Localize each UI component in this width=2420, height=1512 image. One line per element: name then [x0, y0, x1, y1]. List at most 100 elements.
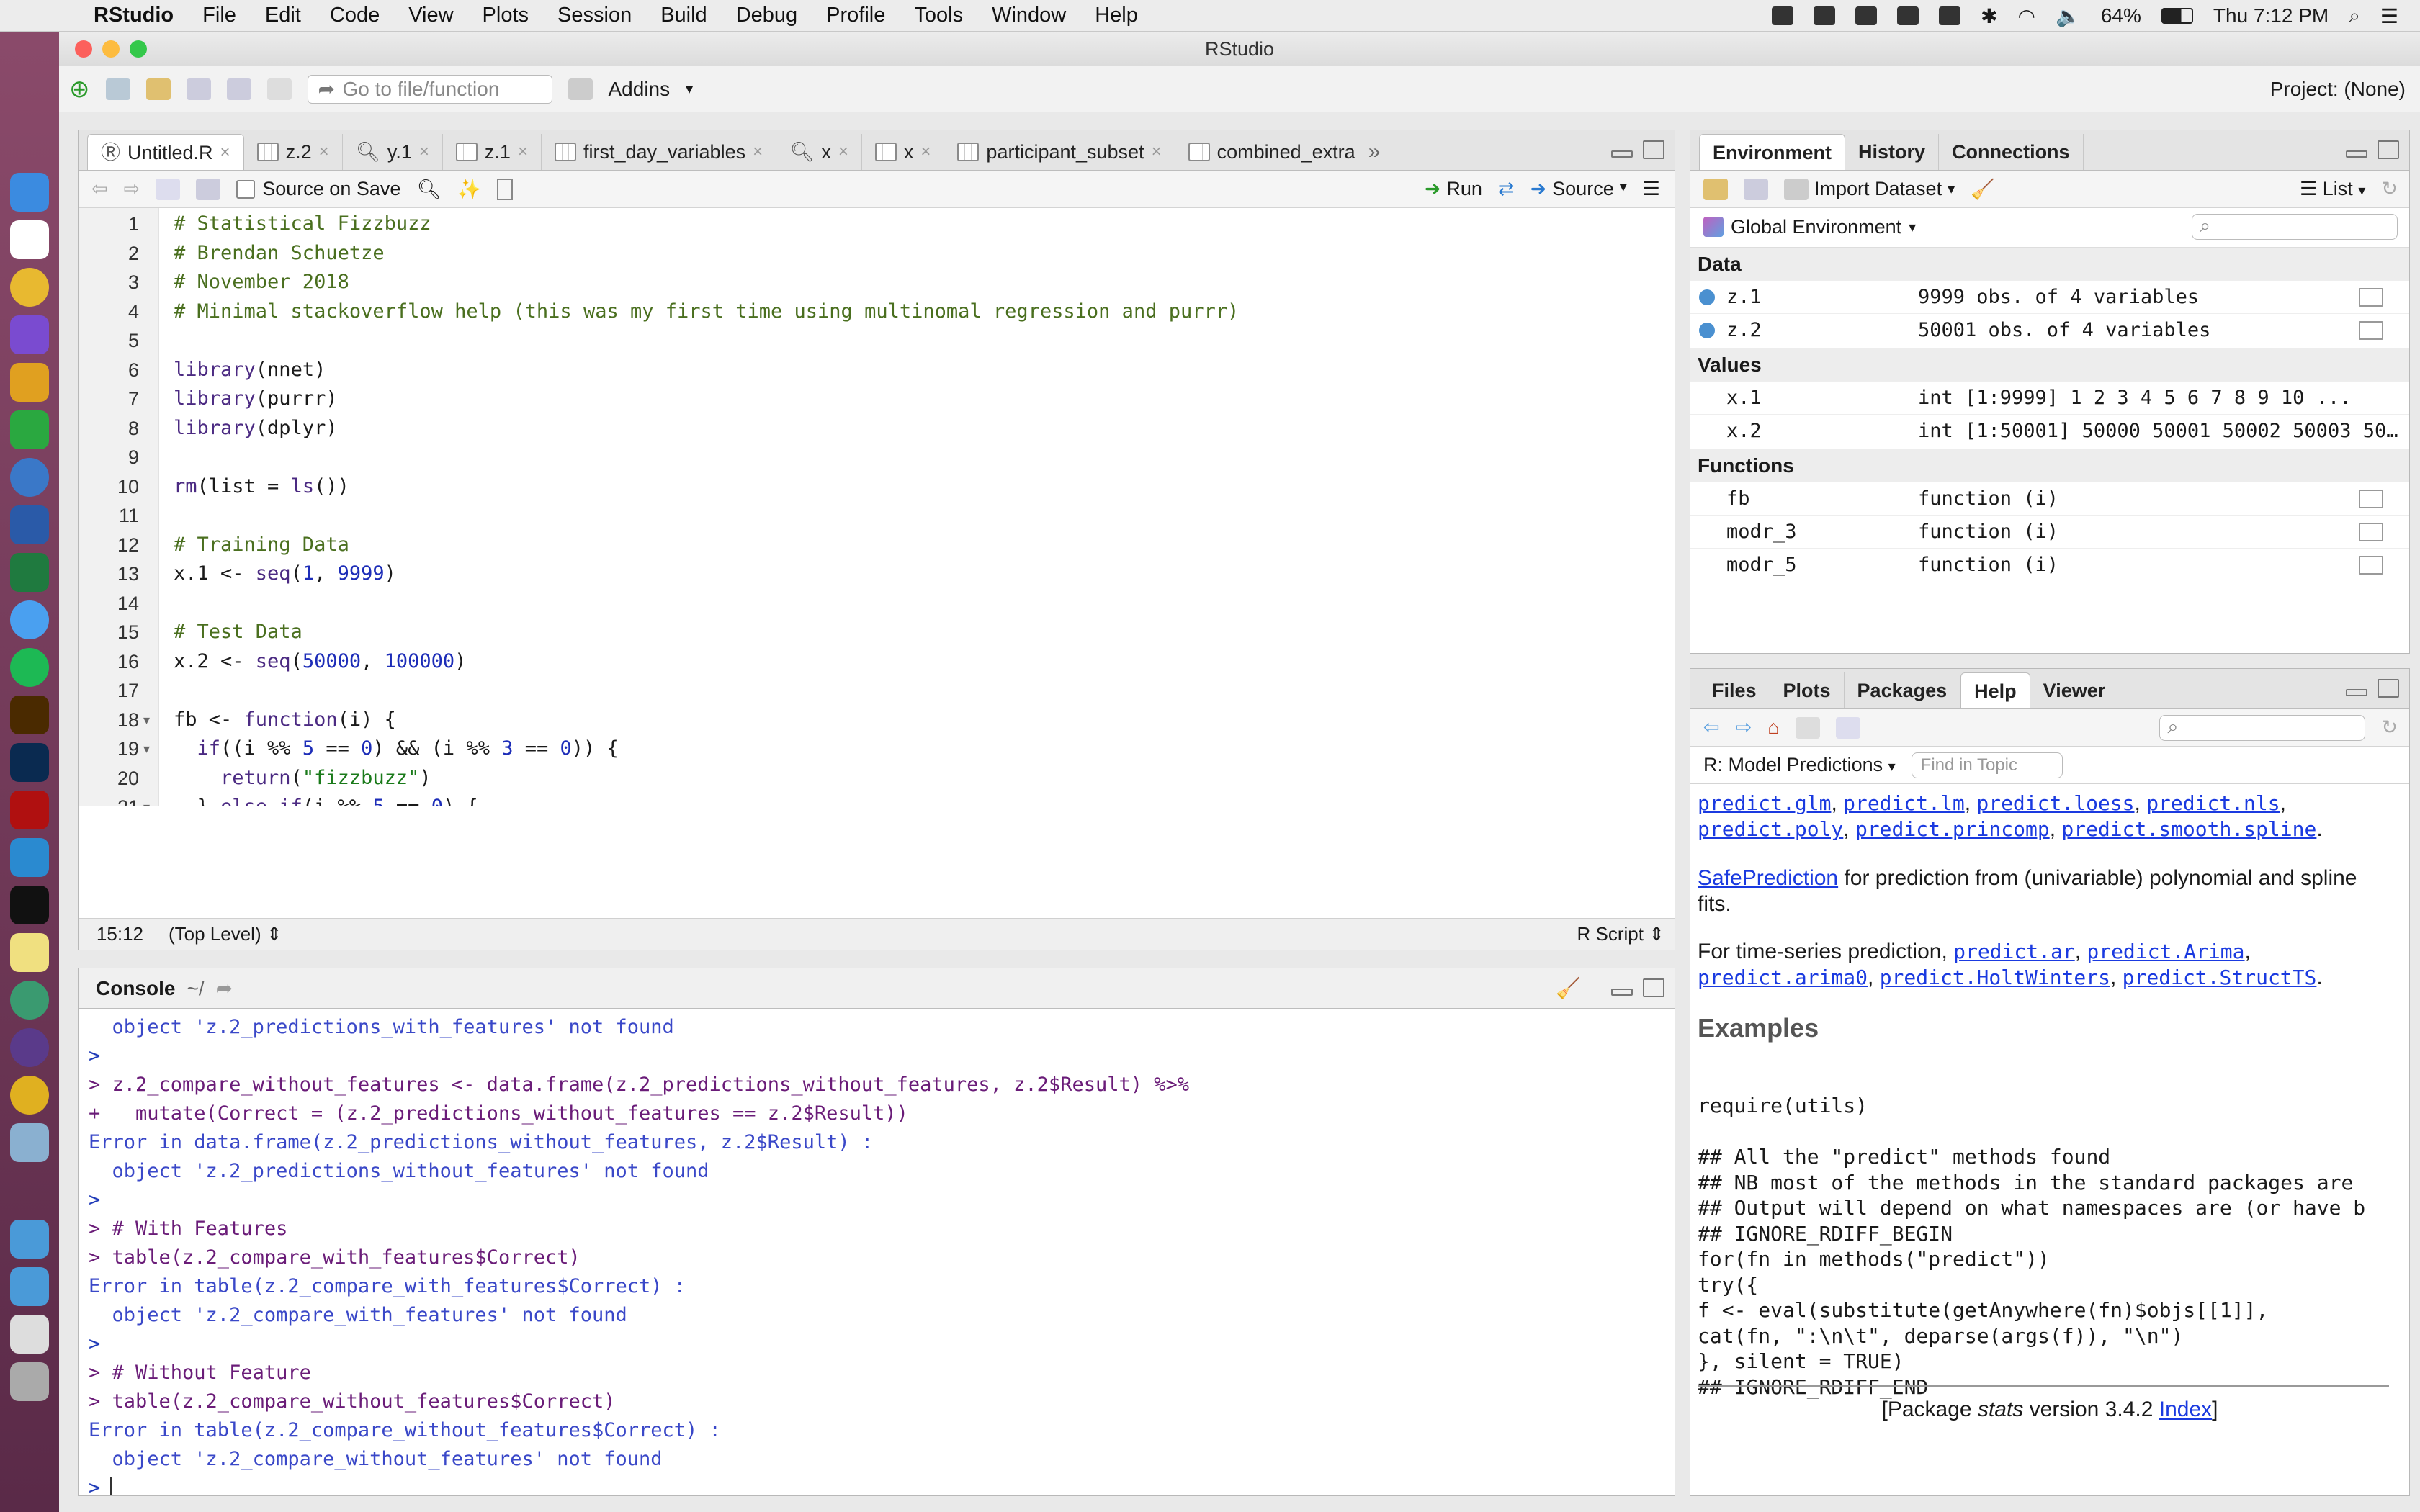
close-icon[interactable]: × — [753, 134, 763, 170]
menu-view[interactable]: View — [394, 4, 467, 27]
go-to-dir-icon[interactable]: ➦ — [216, 976, 233, 1000]
link-predict-arima[interactable]: predict.Arima — [2087, 940, 2244, 963]
atom-icon[interactable] — [10, 981, 49, 1020]
close-icon[interactable]: × — [518, 134, 528, 170]
maximize-pane-icon[interactable] — [2378, 679, 2399, 698]
refresh-icon[interactable]: ↻ — [2381, 178, 2398, 200]
tab-combined-extra[interactable]: combined_extra — [1175, 134, 1368, 170]
bluetooth-icon[interactable]: ✱ — [1981, 4, 1997, 28]
menu-help[interactable]: Help — [1080, 4, 1152, 27]
show-in-window-icon[interactable] — [156, 178, 181, 200]
tab-packages[interactable]: Packages — [1845, 672, 1961, 708]
close-icon[interactable]: × — [920, 134, 931, 170]
env-row-fb[interactable]: fb function (i) — [1690, 482, 2409, 515]
view-table-icon[interactable] — [2359, 321, 2383, 340]
close-icon[interactable]: × — [419, 134, 429, 170]
menu-code[interactable]: Code — [315, 4, 394, 27]
tab-participant-subset[interactable]: participant_subset × — [944, 134, 1175, 170]
preview-icon[interactable] — [10, 1123, 49, 1162]
r-icon[interactable] — [10, 458, 49, 497]
menu-plots[interactable]: Plots — [468, 4, 543, 27]
cloud-icon[interactable] — [1855, 6, 1878, 25]
link-predict-poly[interactable]: predict.poly — [1698, 817, 1843, 841]
expand-icon[interactable] — [1699, 323, 1715, 338]
addins-menu[interactable]: Addins — [609, 78, 671, 101]
global-env-menu[interactable]: Global Environment ▾ — [1703, 216, 1916, 238]
minimize-pane-icon[interactable] — [2346, 689, 2367, 696]
tab-plots[interactable]: Plots — [1770, 672, 1845, 708]
view-function-icon[interactable] — [2359, 523, 2383, 541]
zoom-window-button[interactable] — [130, 40, 147, 58]
minimize-pane-icon[interactable] — [1611, 989, 1633, 996]
close-icon[interactable]: × — [319, 134, 329, 170]
view-mode-menu[interactable]: ☰ List ▾ — [2300, 178, 2365, 200]
save-workspace-icon[interactable] — [1744, 178, 1768, 200]
help-search-input[interactable]: ⌕ — [2159, 714, 2366, 741]
clear-console-icon[interactable]: 🧹 — [1556, 976, 1581, 1000]
save-icon[interactable] — [186, 78, 211, 100]
rerun-icon[interactable]: ⇄ — [1498, 178, 1515, 200]
refresh-icon[interactable]: ↻ — [2381, 716, 2398, 739]
show-in-window-icon[interactable] — [1835, 716, 1860, 739]
import-dataset-button[interactable]: Import Dataset ▾ — [1784, 178, 1955, 200]
tab-environment[interactable]: Environment — [1699, 134, 1846, 170]
file-type-selector[interactable]: R Script ⇕ — [1566, 923, 1675, 945]
acrobat-icon[interactable] — [10, 791, 49, 829]
tab-viewer[interactable]: Viewer — [2030, 672, 2119, 708]
print-icon[interactable] — [266, 78, 292, 100]
word-icon[interactable] — [10, 505, 49, 544]
github-icon[interactable] — [10, 1028, 49, 1067]
finder-icon[interactable] — [10, 173, 49, 212]
forward-arrow-icon[interactable]: ⇨ — [1736, 716, 1752, 739]
compile-report-icon[interactable] — [497, 178, 514, 200]
link-predict-princomp[interactable]: predict.princomp — [1855, 817, 2050, 841]
messages-icon[interactable] — [10, 600, 49, 639]
photoshop-icon[interactable] — [10, 743, 49, 782]
illustrator-icon[interactable] — [10, 696, 49, 734]
find-in-topic-input[interactable]: Find in Topic — [1911, 752, 2063, 778]
link-predict-holtwinters[interactable]: predict.HoltWinters — [1880, 966, 2110, 989]
menu-profile[interactable]: Profile — [812, 4, 900, 27]
link-safe-prediction[interactable]: SafePrediction — [1698, 866, 1838, 890]
view-function-icon[interactable] — [2359, 556, 2383, 575]
menu-window[interactable]: Window — [977, 4, 1080, 27]
env-row-z2[interactable]: z.2 50001 obs. of 4 variables — [1690, 313, 2409, 346]
source-on-save-checkbox[interactable] — [236, 179, 256, 199]
folder-icon-2[interactable] — [10, 1267, 49, 1306]
expand-icon[interactable] — [1699, 289, 1715, 305]
scope-selector[interactable]: (Top Level) ⇕ — [158, 923, 282, 945]
menu-tools[interactable]: Tools — [900, 4, 977, 27]
fold-toggle-icon[interactable]: ▾ — [143, 734, 150, 763]
spotify-icon[interactable] — [10, 648, 49, 687]
tab-untitled-r[interactable]: Ⓡ Untitled.R × — [87, 134, 244, 170]
mindmap-icon[interactable] — [10, 410, 49, 449]
menu-debug[interactable]: Debug — [722, 4, 812, 27]
volume-icon[interactable]: 🔈 — [2056, 4, 2081, 28]
project-menu[interactable]: Project: (None) — [2270, 66, 2406, 112]
minimize-pane-icon[interactable] — [1611, 150, 1633, 158]
dropbox-icon[interactable] — [1772, 6, 1794, 25]
magic-wand-icon[interactable]: ✨ — [457, 178, 482, 201]
link-predict-ar[interactable]: predict.ar — [1953, 940, 2075, 963]
minimize-pane-icon[interactable] — [2346, 150, 2367, 158]
link-predict-lm[interactable]: predict.lm — [1843, 791, 1965, 815]
link-index[interactable]: Index — [2159, 1398, 2212, 1421]
tab-history[interactable]: History — [1845, 134, 1940, 170]
new-project-icon[interactable] — [105, 78, 130, 100]
clock[interactable]: Thu 7:12 PM — [2213, 4, 2329, 27]
tab-first-day-variables[interactable]: first_day_variables × — [542, 134, 777, 170]
stickies-icon[interactable] — [10, 933, 49, 972]
layout-icon[interactable] — [1939, 6, 1961, 25]
tab-y1[interactable]: 🔍︎ y.1 × — [343, 134, 443, 170]
print-icon[interactable] — [1795, 716, 1820, 739]
maximize-pane-icon[interactable] — [1643, 140, 1664, 159]
fold-toggle-icon[interactable]: ▾ — [143, 706, 150, 734]
back-arrow-icon[interactable]: ⇦ — [1703, 716, 1720, 739]
pane-layout-icon[interactable] — [568, 78, 593, 100]
link-predict-arima0[interactable]: predict.arima0 — [1698, 966, 1868, 989]
link-predict-smooth-spline[interactable]: predict.smooth.spline — [2061, 817, 2316, 841]
minimize-window-button[interactable] — [102, 40, 120, 58]
link-predict-loess[interactable]: predict.loess — [1976, 791, 2134, 815]
env-row-modr3[interactable]: modr_3 function (i) — [1690, 515, 2409, 548]
find-icon[interactable]: 🔍︎ — [416, 178, 441, 201]
